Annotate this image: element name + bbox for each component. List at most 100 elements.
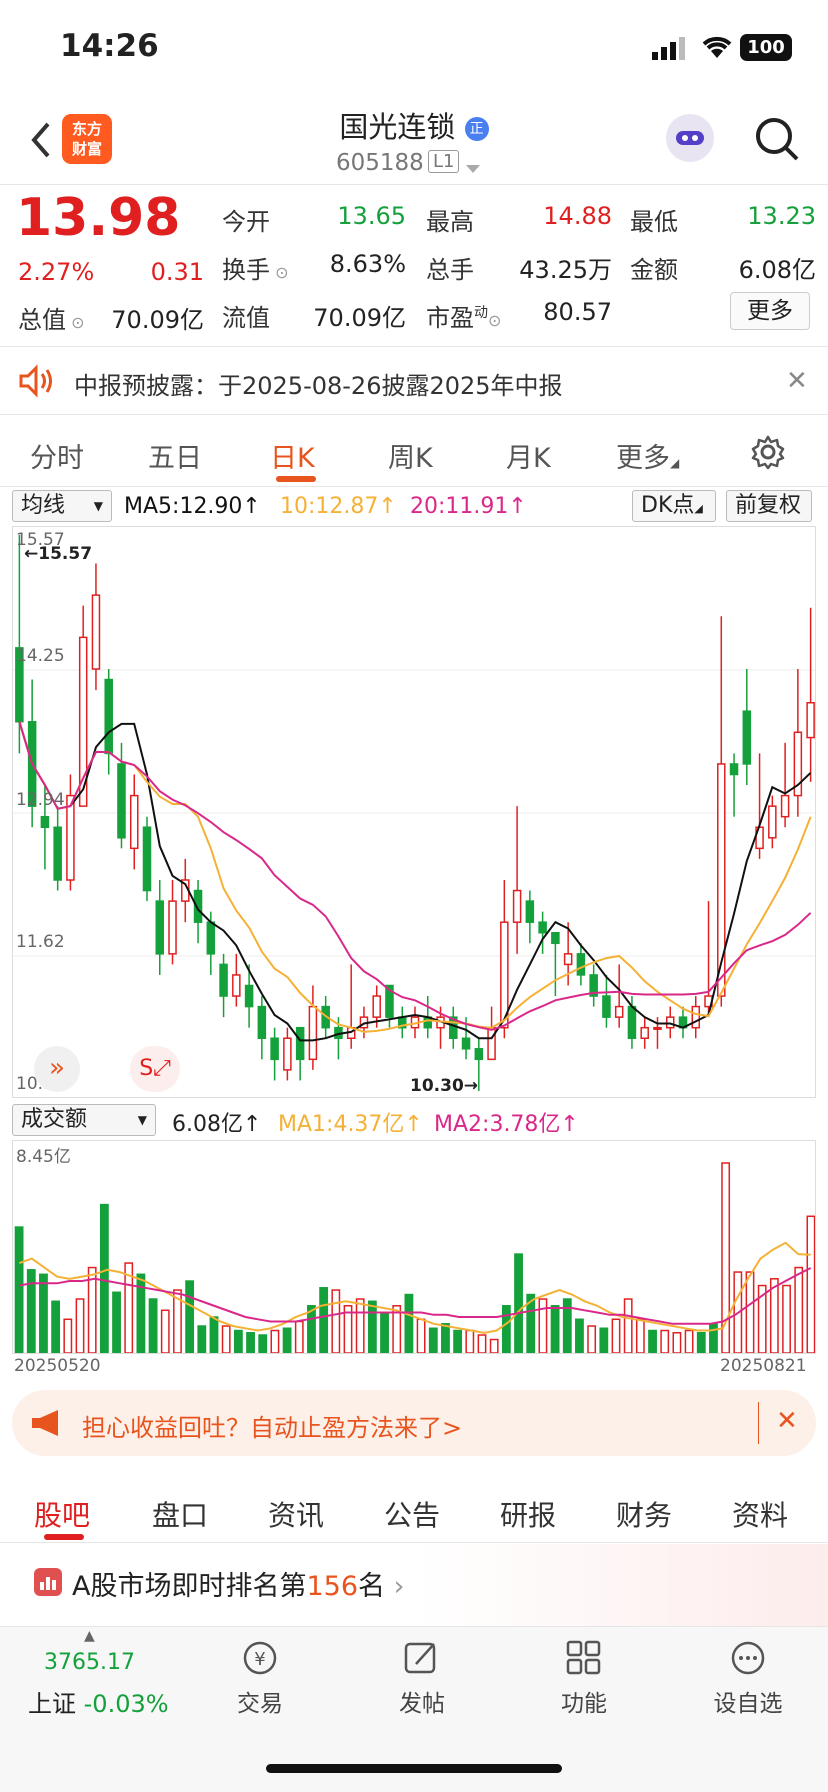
watchlist-nav[interactable]: 设自选 — [700, 1638, 796, 1718]
tab-profile[interactable]: 资料 — [732, 1494, 788, 1534]
level-badge[interactable]: L1 — [428, 150, 460, 173]
volume-bar — [465, 1329, 475, 1353]
trade-icon: ¥ — [243, 1641, 277, 1675]
candle-body — [91, 594, 101, 670]
volume-bar — [416, 1318, 426, 1353]
index-value[interactable]: 3765.17 — [44, 1650, 135, 1675]
candle-body — [563, 953, 573, 966]
tab-daily-k[interactable]: 日K — [270, 436, 315, 475]
megaphone-icon — [30, 1408, 66, 1442]
candle-body — [129, 794, 139, 850]
volume-bar — [575, 1318, 584, 1353]
candle-body — [729, 763, 739, 776]
volume-chart[interactable] — [12, 1140, 816, 1354]
tab-more[interactable]: 更多◢ — [616, 436, 679, 475]
expand-right-icon[interactable]: » — [34, 1046, 80, 1092]
tab-announcement[interactable]: 公告 — [384, 1494, 440, 1534]
caret-up-icon: ▲ — [84, 1628, 95, 1644]
volume-bar — [648, 1329, 657, 1353]
fullscreen-icon[interactable]: S⤢ — [130, 1046, 180, 1092]
dk-point-select[interactable]: DK点◢ — [632, 490, 716, 522]
tab-news[interactable]: 资讯 — [268, 1494, 324, 1534]
post-nav[interactable]: 发帖 — [382, 1638, 462, 1718]
promo-banner[interactable]: 担心收益回吐？自动止盈方法来了> ✕ — [12, 1390, 816, 1456]
x-start-label: 20250520 — [14, 1356, 101, 1376]
rank-row[interactable]: A股市场即时排名第156名 › — [0, 1544, 828, 1628]
edit-icon — [404, 1642, 436, 1674]
volume-value: 43.25万 — [519, 256, 612, 284]
volume-bar — [550, 1305, 560, 1353]
volume-bar — [611, 1318, 621, 1353]
index-label[interactable]: 上证 -0.03% — [28, 1684, 169, 1719]
candle-body — [219, 963, 228, 997]
promo-text: 担心收益回吐？自动止盈方法来了> — [82, 1414, 463, 1442]
caret-down-icon[interactable] — [466, 160, 480, 179]
high-label: 最高 — [426, 208, 474, 236]
tab-five-day[interactable]: 五日 — [148, 436, 202, 475]
volume-bar — [148, 1298, 158, 1353]
search-icon[interactable] — [754, 116, 800, 166]
volume-bar — [331, 1289, 341, 1353]
x-end-label: 20250821 — [720, 1356, 807, 1376]
tab-research[interactable]: 研报 — [500, 1494, 556, 1534]
candle-body — [780, 794, 790, 818]
volume-bar — [160, 1309, 170, 1353]
volume-bar — [635, 1318, 645, 1353]
change-amount: 0.31 — [150, 258, 204, 286]
candle-body — [142, 826, 152, 892]
candle-body — [806, 701, 815, 739]
volume-bar — [660, 1329, 670, 1353]
tab-weekly-k[interactable]: 周K — [388, 436, 433, 475]
candle-body — [372, 995, 381, 1018]
change-percent: 2.27% — [18, 258, 95, 286]
candle-body — [66, 794, 75, 881]
candle-body — [525, 900, 535, 923]
amount-label: 金额 — [630, 256, 678, 284]
candlestick-chart[interactable] — [12, 526, 816, 1098]
high-marker: ←15.57 — [24, 544, 93, 564]
volume-bar — [514, 1253, 523, 1353]
volume-bar — [453, 1329, 463, 1353]
tab-underline — [276, 476, 316, 482]
volume-bar — [209, 1316, 219, 1353]
volume-bar — [782, 1284, 791, 1353]
candle-body — [474, 1048, 484, 1061]
candle-body — [768, 805, 777, 839]
robot-assistant-icon[interactable] — [666, 114, 714, 162]
volume-bar — [112, 1291, 121, 1353]
volume-indicator-select[interactable]: 成交额 ▼ — [12, 1104, 156, 1136]
more-dots-icon — [731, 1641, 765, 1675]
candle-body — [295, 1026, 305, 1061]
tab-forum[interactable]: 股吧 — [34, 1494, 90, 1534]
tab-orderbook[interactable]: 盘口 — [152, 1494, 208, 1534]
adjust-select[interactable]: 前复权 — [726, 490, 812, 522]
vol-ma1: MA1:4.37亿↑ — [278, 1112, 423, 1137]
more-button[interactable]: 更多 — [730, 292, 810, 330]
stock-code: 605188 — [336, 150, 424, 176]
volume-bar — [99, 1203, 109, 1353]
trade-nav[interactable]: ¥ 交易 — [220, 1638, 300, 1718]
verified-badge: 正 — [464, 117, 489, 141]
notice-bar[interactable]: 中报预披露：于2025-08-26披露2025年中报 ✕ — [0, 348, 828, 414]
candle-body — [244, 984, 254, 1008]
volume-bar — [39, 1273, 48, 1353]
rank-text: A股市场即时排名第156名 › — [72, 1571, 405, 1602]
close-icon[interactable]: ✕ — [786, 366, 808, 396]
volume-bar — [246, 1332, 255, 1353]
promo-close-icon[interactable]: ✕ — [776, 1406, 798, 1436]
candle-body — [308, 1005, 318, 1061]
candle-body — [665, 1016, 675, 1029]
mktcap-label: 总值 ⊙ — [18, 306, 85, 334]
ma20-line — [18, 721, 812, 1031]
volume-bar — [51, 1300, 61, 1353]
open-label: 今开 — [222, 208, 270, 236]
function-nav[interactable]: 功能 — [544, 1638, 624, 1718]
candle-body — [155, 900, 165, 955]
volume-bar — [233, 1329, 243, 1353]
gear-icon[interactable] — [750, 434, 786, 474]
tab-monthly-k[interactable]: 月K — [506, 436, 551, 475]
tab-finance[interactable]: 财务 — [616, 1494, 672, 1534]
tab-intraday[interactable]: 分时 — [30, 436, 84, 475]
indicator-select[interactable]: 均线 ▼ — [12, 490, 112, 522]
low-label: 最低 — [630, 208, 678, 236]
